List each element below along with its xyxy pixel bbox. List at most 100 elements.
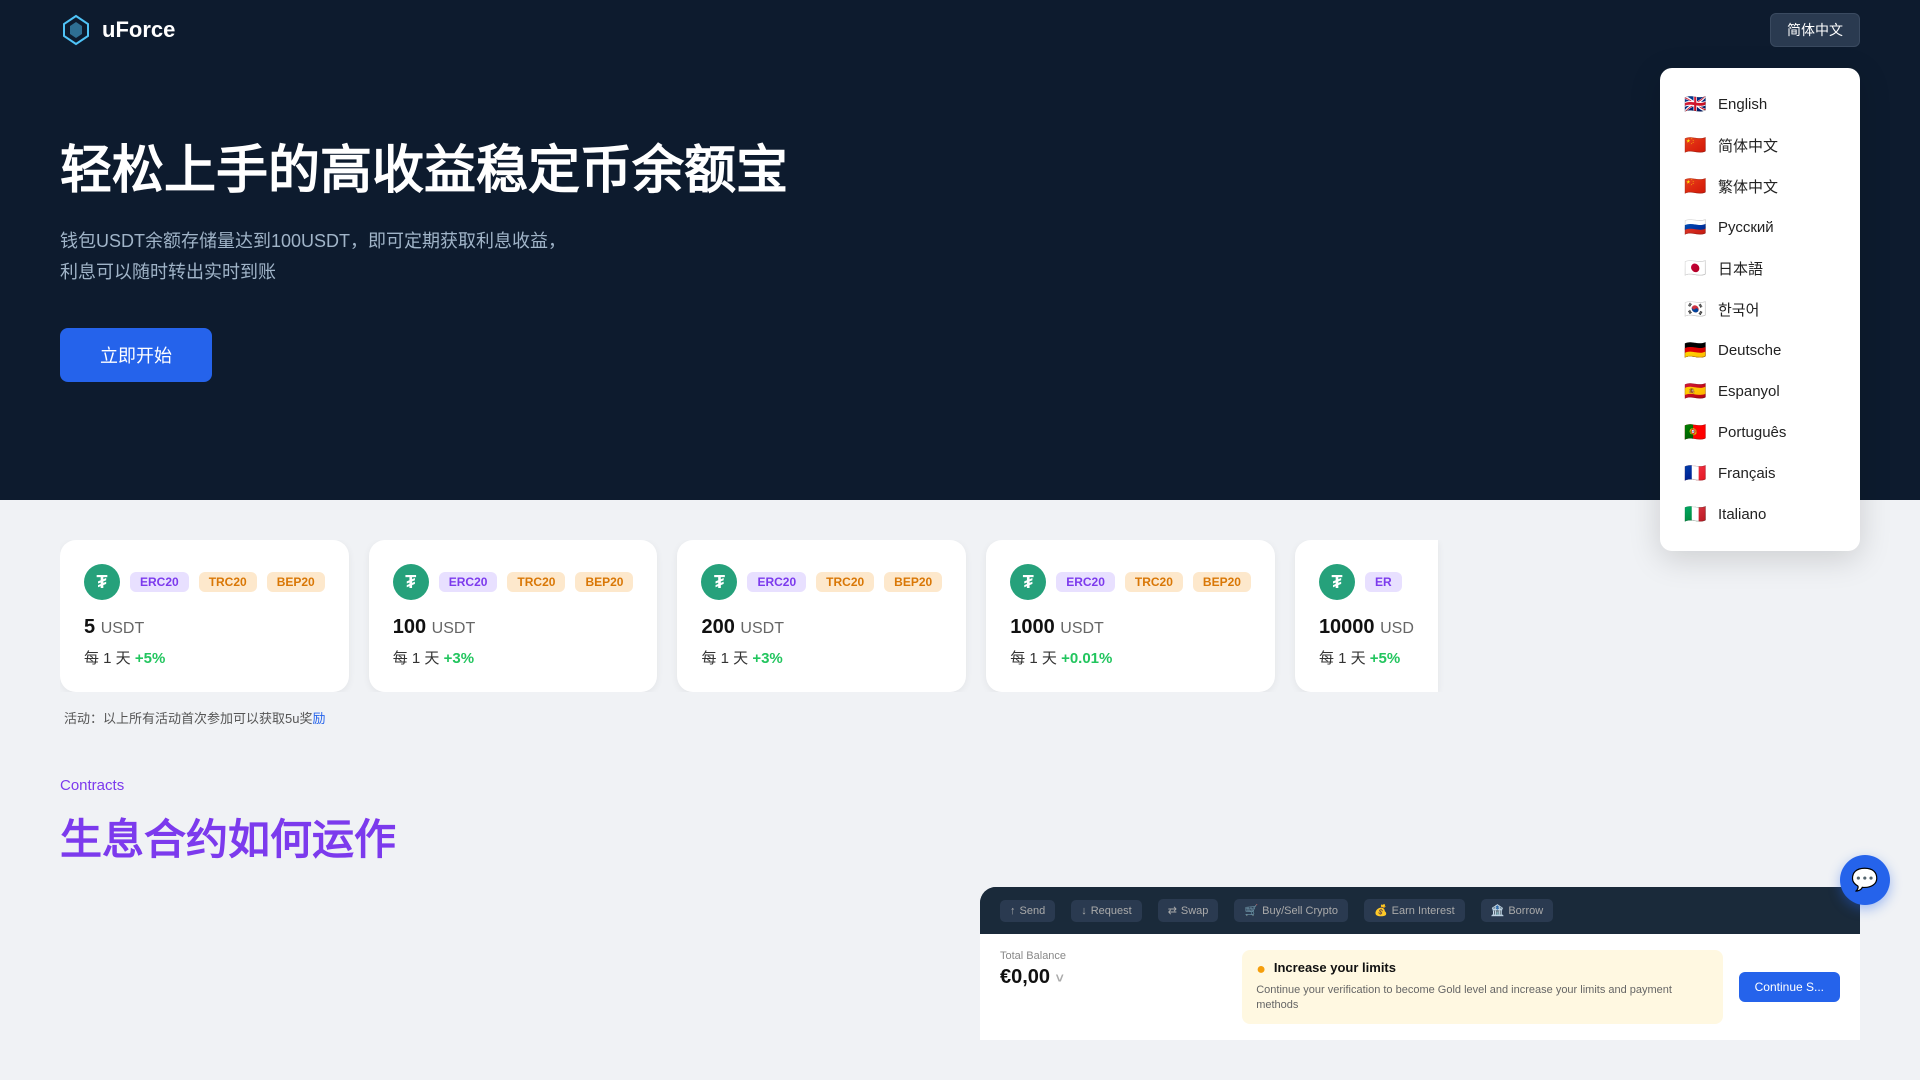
card-5-rate: 每 1 天 +5% [1319,647,1414,668]
mockup-btn-buy[interactable]: 🛒 Buy/Sell Crypto [1234,899,1348,922]
hero-cta-button[interactable]: 立即开始 [60,328,212,382]
card-1-amount: 5 USDT [84,616,325,639]
badge-erc-1: ERC20 [130,572,189,592]
mockup-btn-earn[interactable]: 💰 Earn Interest [1364,899,1465,922]
mockup-balance-chevron: ˅ [1056,970,1064,986]
card-1-rate: 每 1 天 +5% [84,647,325,668]
lang-item-japanese[interactable]: 🇯🇵 日本語 [1660,248,1860,289]
lang-item-traditional[interactable]: 🇨🇳 繁体中文 [1660,166,1860,207]
lang-item-french[interactable]: 🇫🇷 Français [1660,453,1860,494]
card-5-rate-value: +5% [1370,650,1400,667]
card-2-rate-value: +3% [444,650,474,667]
badge-bep-1: BEP20 [267,572,325,592]
hero-desc-line2: 利息可以随时转出实时到账 [60,262,276,282]
lang-label-korean: 한국어 [1718,299,1759,320]
mockup-balance: Total Balance €0,00 ˅ [1000,950,1226,989]
lang-label-italian: Italiano [1718,506,1766,523]
card-5-header: ₮ ER [1319,564,1414,600]
mockup-upgrade-desc: Continue your verification to become Gol… [1256,983,1708,1014]
request-icon: ↓ [1081,905,1087,917]
hero-desc-line1: 钱包USDT余额存储量达到100USDT，即可定期获取利息收益， [60,231,566,251]
card-1[interactable]: ₮ ERC20 TRC20 BEP20 5 USDT 每 1 天 +5% [60,540,349,692]
tether-icon-1: ₮ [84,564,120,600]
chat-icon: 💬 [1851,867,1878,893]
flag-ru: 🇷🇺 [1684,217,1706,238]
logo-icon [60,14,92,46]
mockup-btn-swap[interactable]: ⇄ Swap [1158,899,1219,922]
chat-bubble-button[interactable]: 💬 [1840,855,1890,905]
card-1-header: ₮ ERC20 TRC20 BEP20 [84,564,325,600]
badge-erc-5: ER [1365,572,1402,592]
tether-icon-2: ₮ [393,564,429,600]
cards-row: ₮ ERC20 TRC20 BEP20 5 USDT 每 1 天 +5% ₮ E… [60,540,1860,692]
card-5-amount: 10000 USD [1319,616,1414,639]
badge-erc-2: ERC20 [439,572,498,592]
send-icon: ↑ [1010,905,1016,917]
card-5-partial[interactable]: ₮ ER 10000 USD 每 1 天 +5% [1295,540,1438,692]
card-2[interactable]: ₮ ERC20 TRC20 BEP20 100 USDT 每 1 天 +3% [369,540,658,692]
card-4[interactable]: ₮ ERC20 TRC20 BEP20 1000 USDT 每 1 天 +0.0… [986,540,1275,692]
lang-item-russian[interactable]: 🇷🇺 Русский [1660,207,1860,248]
mockup-upgrade-title: Increase your limits [1274,960,1396,975]
bottom-area: ↑ Send ↓ Request ⇄ Swap 🛒 Buy/Sell Crypt… [0,887,1920,1080]
badge-trc-1: TRC20 [199,572,257,592]
badge-bep-2: BEP20 [575,572,633,592]
activity-text: 活动：以上所有活动首次参加可以获取5u奖励 [60,708,1860,727]
badge-bep-4: BEP20 [1193,572,1251,592]
language-dropdown: 🇬🇧 English 🇨🇳 简体中文 🇨🇳 繁体中文 🇷🇺 Русский 🇯🇵… [1660,68,1860,551]
mockup-balance-label: Total Balance [1000,950,1226,962]
card-2-header: ₮ ERC20 TRC20 BEP20 [393,564,634,600]
card-3-unit: USDT [740,620,784,637]
activity-link[interactable]: 励 [312,711,325,726]
contracts-label: Contracts [60,777,1860,794]
mockup-btn-request[interactable]: ↓ Request [1071,900,1141,922]
logo: uForce [60,14,175,46]
flag-uk: 🇬🇧 [1684,94,1706,115]
card-4-rate: 每 1 天 +0.01% [1010,647,1251,668]
lang-item-italian[interactable]: 🇮🇹 Italiano [1660,494,1860,535]
mockup-balance-value: €0,00 ˅ [1000,966,1226,989]
lang-label-spanish: Espanyol [1718,383,1780,400]
mockup-btn-send[interactable]: ↑ Send [1000,900,1055,922]
hero-section: 轻松上手的高收益稳定币余额宝 钱包USDT余额存储量达到100USDT，即可定期… [0,60,1920,500]
mockup-topbar: ↑ Send ↓ Request ⇄ Swap 🛒 Buy/Sell Crypt… [980,887,1860,934]
lang-item-english[interactable]: 🇬🇧 English [1660,84,1860,125]
borrow-icon: 🏦 [1491,904,1505,917]
mockup-continue-button[interactable]: Continue S... [1739,972,1840,1002]
card-3-rate-value: +3% [752,650,782,667]
lang-label-french: Français [1718,465,1776,482]
app-mockup: ↑ Send ↓ Request ⇄ Swap 🛒 Buy/Sell Crypt… [980,887,1860,1040]
lang-item-german[interactable]: 🇩🇪 Deutsche [1660,330,1860,371]
mockup-btn-borrow[interactable]: 🏦 Borrow [1481,899,1554,922]
mockup-balance-amount: €0,00 [1000,966,1050,988]
badge-trc-4: TRC20 [1125,572,1183,592]
lang-label-russian: Русский [1718,219,1774,236]
hero-title: 轻松上手的高收益稳定币余额宝 [60,140,1860,202]
contracts-section: Contracts 生息合约如何运作 [0,747,1920,887]
flag-jp: 🇯🇵 [1684,258,1706,279]
badge-erc-3: ERC20 [747,572,806,592]
card-3-amount: 200 USDT [701,616,942,639]
lang-label-traditional: 繁体中文 [1718,176,1778,197]
header: uForce 简体中文 🇬🇧 English 🇨🇳 简体中文 🇨🇳 繁体中文 🇷… [0,0,1920,60]
flag-es: 🇪🇸 [1684,381,1706,402]
card-1-unit: USDT [101,620,145,637]
lang-item-simplified[interactable]: 🇨🇳 简体中文 [1660,125,1860,166]
flag-it: 🇮🇹 [1684,504,1706,525]
flag-fr: 🇫🇷 [1684,463,1706,484]
card-3[interactable]: ₮ ERC20 TRC20 BEP20 200 USDT 每 1 天 +3% [677,540,966,692]
lang-item-portuguese[interactable]: 🇵🇹 Português [1660,412,1860,453]
gold-icon: ● [1256,961,1266,979]
tether-icon-3: ₮ [701,564,737,600]
card-2-amount: 100 USDT [393,616,634,639]
card-4-header: ₮ ERC20 TRC20 BEP20 [1010,564,1251,600]
activity-prefix: 活动：以上所有活动首次参加可以获取5u奖 [64,711,312,726]
flag-cn1: 🇨🇳 [1684,135,1706,156]
swap-icon: ⇄ [1168,904,1177,917]
lang-item-spanish[interactable]: 🇪🇸 Espanyol [1660,371,1860,412]
language-button[interactable]: 简体中文 [1770,13,1860,47]
buy-icon: 🛒 [1244,904,1258,917]
lang-item-korean[interactable]: 🇰🇷 한국어 [1660,289,1860,330]
flag-cn2: 🇨🇳 [1684,176,1706,197]
card-4-unit: USDT [1060,620,1104,637]
